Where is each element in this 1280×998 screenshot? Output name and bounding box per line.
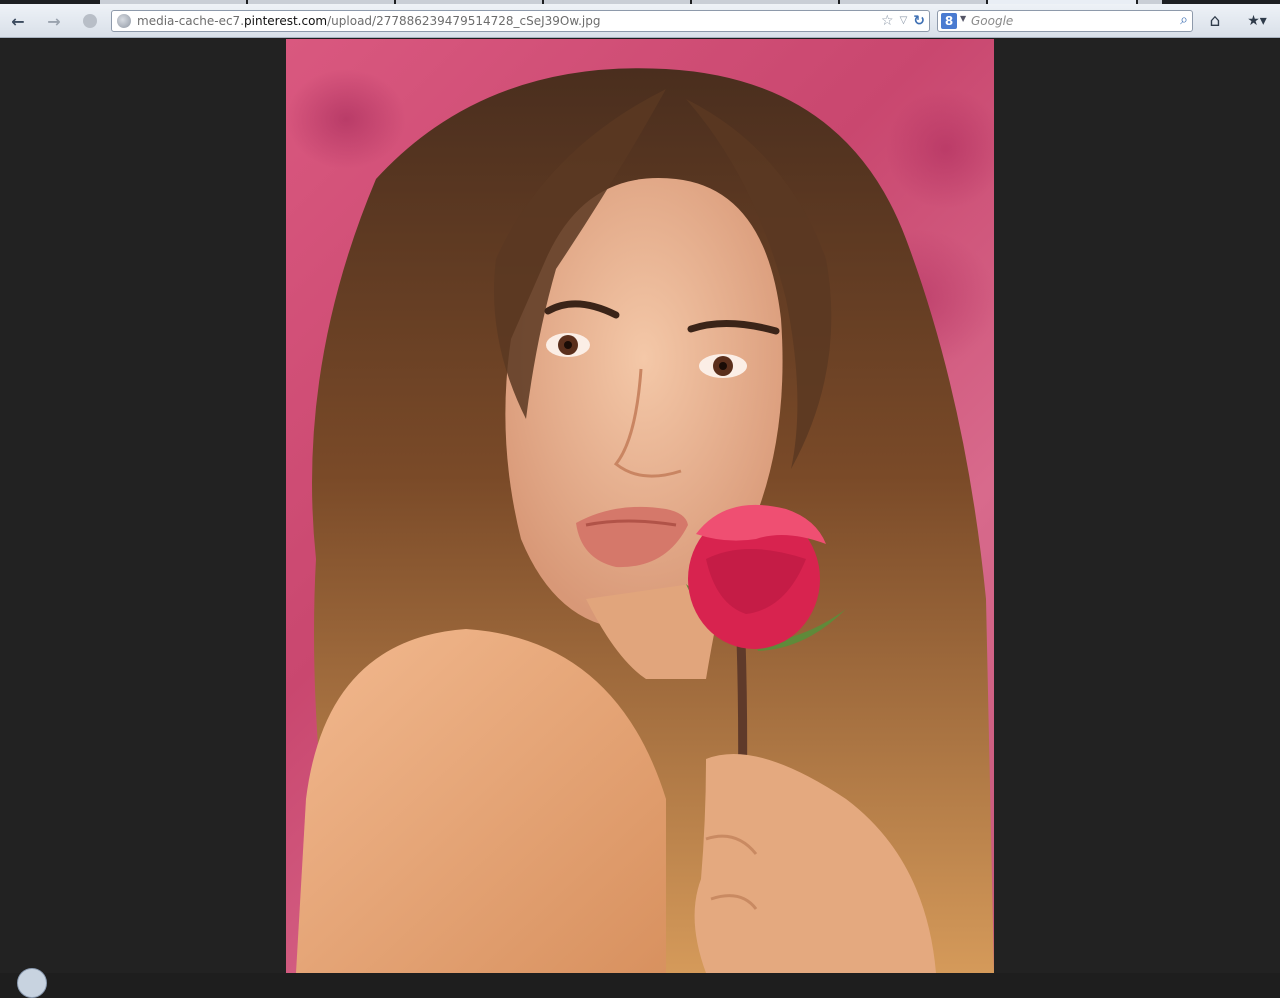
url-path: /upload/277886239479514728_cSeJ39Ow.jpg	[327, 14, 601, 28]
forward-button[interactable]: →	[42, 9, 66, 33]
home-icon: ⌂	[1209, 11, 1221, 31]
url-domain: pinterest.com	[244, 14, 328, 28]
search-engine-icon[interactable]: 8	[941, 13, 957, 29]
url-prefix: media-cache-ec7.	[137, 14, 245, 28]
site-identity-icon	[83, 14, 97, 28]
engine-dropdown-icon[interactable]: ▼	[960, 14, 966, 23]
dropdown-arrow-icon[interactable]: ▽	[900, 12, 908, 30]
displayed-image[interactable]	[286, 39, 994, 973]
image-viewer	[0, 39, 1280, 973]
reload-icon[interactable]: ↻	[913, 12, 925, 30]
bookmarks-icon: ★▾	[1247, 13, 1267, 29]
search-input[interactable]	[971, 12, 1171, 30]
portrait-illustration	[296, 68, 994, 973]
identity-button[interactable]	[78, 9, 102, 33]
home-button[interactable]: ⌂	[1203, 10, 1227, 32]
back-arrow-icon: ←	[11, 11, 25, 31]
back-button[interactable]: ←	[6, 9, 30, 33]
bookmarks-button[interactable]: ★▾	[1240, 10, 1274, 32]
magnifier-icon[interactable]: ⌕	[1180, 12, 1188, 28]
globe-icon	[117, 14, 131, 28]
star-icon[interactable]: ☆	[881, 12, 894, 30]
search-bar[interactable]: 8 ▼ ⌕	[937, 10, 1193, 32]
address-bar[interactable]: media-cache-ec7.pinterest.com/upload/277…	[111, 10, 930, 32]
navigation-toolbar: ← → media-cache-ec7.pinterest.com/upload…	[0, 4, 1280, 38]
forward-arrow-icon: →	[47, 11, 61, 31]
url-text[interactable]: media-cache-ec7.pinterest.com/upload/277…	[137, 13, 600, 29]
